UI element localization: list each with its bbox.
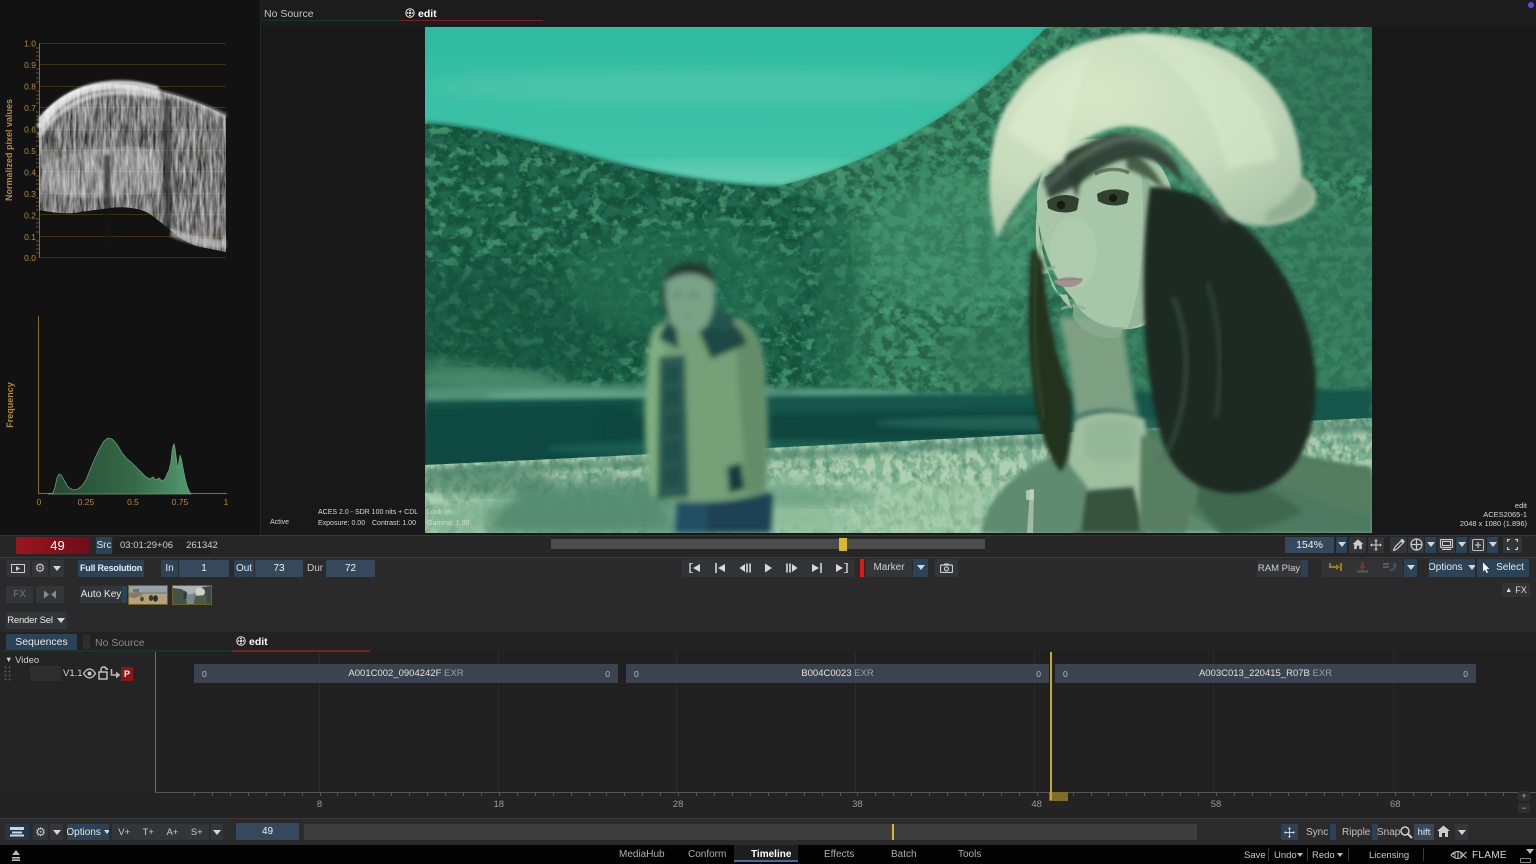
svg-text:Frequency: Frequency <box>5 382 15 428</box>
svg-text:0.75: 0.75 <box>172 497 189 507</box>
svg-text:0.5: 0.5 <box>24 146 36 156</box>
svg-text:0.5: 0.5 <box>127 497 139 507</box>
svg-text:Normalized pixel values: Normalized pixel values <box>4 99 14 201</box>
svg-text:0.25: 0.25 <box>78 497 95 507</box>
svg-text:1.0: 1.0 <box>24 39 36 49</box>
svg-text:0.4: 0.4 <box>24 168 36 178</box>
svg-text:0.3: 0.3 <box>24 189 36 199</box>
svg-text:0: 0 <box>37 497 42 507</box>
svg-text:0.7: 0.7 <box>24 103 36 113</box>
svg-text:0.8: 0.8 <box>24 82 36 92</box>
svg-text:0.9: 0.9 <box>24 60 36 70</box>
svg-text:0.0: 0.0 <box>24 253 36 263</box>
svg-text:1: 1 <box>224 497 229 507</box>
svg-text:0.6: 0.6 <box>24 125 36 135</box>
svg-text:0.2: 0.2 <box>24 211 36 221</box>
svg-text:0.1: 0.1 <box>24 232 36 242</box>
